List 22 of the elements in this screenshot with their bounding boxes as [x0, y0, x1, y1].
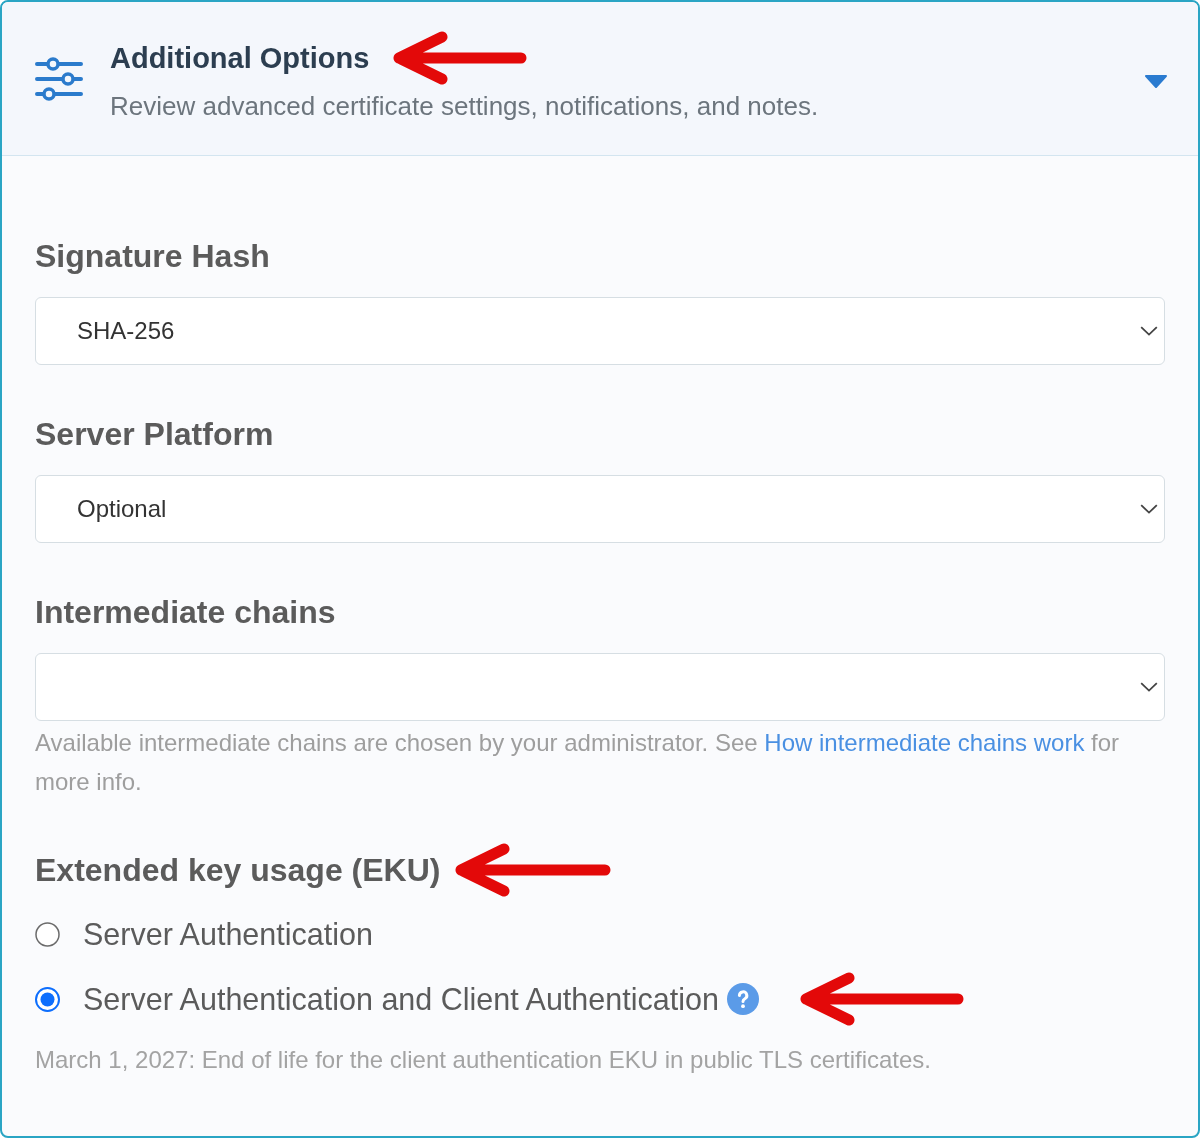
field-label: Extended key usage (EKU) — [35, 851, 441, 889]
chevron-down-icon — [1140, 682, 1158, 692]
field-label: Signature Hash — [35, 237, 270, 275]
radio-button[interactable] — [35, 921, 60, 947]
chevron-down-icon — [1140, 326, 1158, 336]
note-text: March 1, 2027: End of life for the client authentication EKU in public TLS certificates. — [35, 1045, 933, 1075]
select-field[interactable]: SHA-256 — [35, 297, 1165, 365]
sliders-icon — [35, 57, 83, 101]
radio-button[interactable] — [35, 986, 60, 1012]
help-text: Available intermediate chains are chosen by your administrator. See How intermediate chains work for more info. — [35, 728, 1121, 797]
option-label[interactable]: Server Authentication — [83, 917, 373, 951]
option-label[interactable]: Server Authentication and Client Authentication — [83, 982, 719, 1016]
panel-title: Additional Options — [110, 41, 370, 75]
field-label: Intermediate chains — [35, 593, 336, 631]
caret-icon[interactable] — [1145, 75, 1167, 88]
select-field[interactable]: Optional — [35, 475, 1165, 543]
panel-header[interactable]: Additional Options Review advanced certificate settings, notifications, and notes. — [2, 2, 1198, 156]
select-field[interactable] — [35, 653, 1165, 721]
field-label: Server Platform — [35, 415, 274, 453]
chevron-down-icon — [1140, 504, 1158, 514]
panel-subtitle: Review advanced certificate settings, notifications, and notes. — [110, 91, 819, 121]
help-icon[interactable] — [726, 983, 759, 1015]
